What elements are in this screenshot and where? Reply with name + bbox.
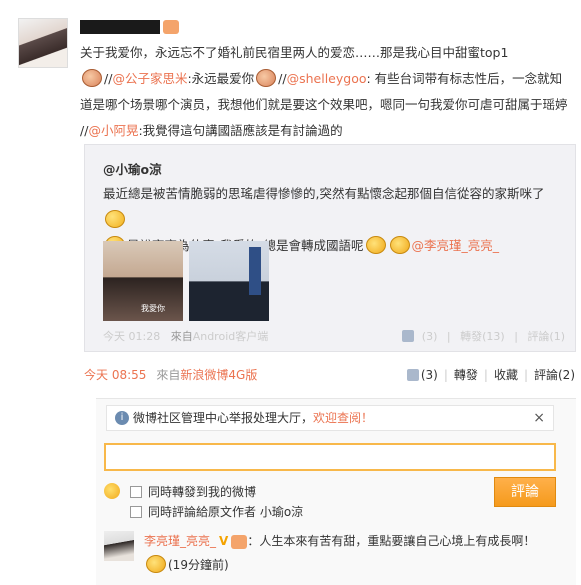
comment-username[interactable]: 李亮瑾_亮亮_	[144, 534, 216, 548]
divider: |	[443, 368, 448, 382]
thumbs-up-icon	[401, 330, 414, 342]
notice-link[interactable]: 欢迎查阅！	[313, 411, 373, 425]
vip-icon	[163, 19, 179, 34]
post-time[interactable]: 今天 08:55	[84, 368, 146, 382]
comment-text: 李亮瑾_亮亮_ V ：人生本來有苦有甜，重點要讓自己心境上有成長啊！	[144, 529, 564, 553]
mention-link[interactable]: @公子家思米	[112, 71, 187, 86]
repost-checkbox-row[interactable]: 同時轉發到我的微博	[130, 483, 256, 500]
author-avatar[interactable]	[18, 18, 68, 68]
sign-graphic	[249, 247, 261, 295]
comment-button[interactable]: 評論(1)	[527, 330, 565, 343]
notice-bar: i 微博社区管理中心举报处理大厅，欢迎查阅！ ×	[106, 405, 554, 431]
submit-comment-button[interactable]: 評論	[494, 477, 556, 507]
post-segment: :永远最爱你	[187, 71, 255, 86]
comment-time: (19分鐘前)	[144, 555, 229, 573]
post-meta: 今天 08:55 來自新浪微博4G版	[84, 366, 257, 383]
thumbs-up-icon	[406, 369, 419, 381]
post-segment: :我覺得這句講國語應該是有討論過的	[138, 123, 343, 138]
post-actions: (3) | 轉發 | 收藏 | 評論(2)	[406, 366, 575, 383]
repost-actions: (3) | 轉發(13) | 評論(1)	[390, 328, 565, 344]
like-count: (3)	[420, 368, 438, 382]
like-button[interactable]: (3)	[406, 368, 438, 382]
image-thumbnail[interactable]	[189, 241, 269, 321]
redacted-username	[80, 19, 160, 34]
repost-username[interactable]: @小瑜o涼	[103, 159, 162, 178]
laugh-emoji-icon	[365, 236, 386, 254]
verified-icon: V	[219, 534, 229, 548]
checkbox[interactable]	[130, 506, 142, 518]
vip-icon	[231, 534, 248, 549]
close-icon[interactable]: ×	[533, 406, 545, 430]
repost-time[interactable]: 今天 01:28	[103, 330, 160, 343]
mention-link[interactable]: @shelleygoo	[287, 71, 367, 86]
notice-text: 微博社区管理中心举报处理大厅，	[133, 411, 314, 425]
monkey-emoji-icon	[82, 69, 102, 87]
source-prefix: 來自	[170, 330, 193, 343]
like-count: (3)	[421, 330, 438, 343]
image-thumbnail[interactable]: 我愛你	[103, 241, 183, 321]
author-name[interactable]	[80, 19, 179, 34]
checkbox-label: 同時轉發到我的微博	[148, 485, 257, 499]
monkey-emoji-icon	[256, 69, 277, 87]
checkbox[interactable]	[130, 486, 142, 498]
comment-body: ：人生本來有苦有甜，重點要讓自己心境上有成長啊！	[247, 534, 536, 548]
post-line: 关于我爱你，永远忘不了婚礼前民宿里两人的爱恋……那是我心目中甜蜜top1	[80, 45, 509, 60]
divider: |	[483, 368, 488, 382]
checkbox-label: 同時評論給原文作者 小瑜o涼	[148, 505, 304, 519]
source-prefix: 來自	[156, 368, 181, 382]
comment-author-checkbox-row[interactable]: 同時評論給原文作者 小瑜o涼	[130, 503, 303, 520]
repost-button[interactable]: 轉發	[454, 368, 478, 382]
comment-button[interactable]: 評論(2)	[534, 368, 575, 382]
repost-button[interactable]: 轉發(13)	[460, 330, 505, 343]
info-icon: i	[115, 411, 129, 425]
repost-source[interactable]: Android客户端	[193, 330, 269, 343]
post-text: 关于我爱你，永远忘不了婚礼前民宿里两人的爱恋……那是我心目中甜蜜top1 //@…	[80, 45, 568, 138]
comment-timestamp: (19分鐘前)	[168, 558, 229, 572]
mention-link[interactable]: @小阿晃	[88, 123, 138, 138]
repost-card: @小瑜o涼 最近總是被苦情脆弱的思瑤虐得慘慘的,突然有點懷念起那個自信從容的家斯…	[84, 144, 576, 352]
laugh-emoji-icon	[389, 236, 410, 254]
sweat-emoji-icon	[105, 210, 125, 228]
comment-input[interactable]	[104, 443, 556, 471]
divider: |	[514, 330, 518, 343]
post-source[interactable]: 新浪微博4G版	[180, 368, 257, 382]
avatar[interactable]	[104, 531, 134, 561]
laugh-emoji-icon	[146, 555, 166, 573]
divider: |	[446, 330, 451, 343]
like-button[interactable]: (3)	[396, 330, 438, 343]
emoji-picker-icon[interactable]	[104, 483, 120, 499]
repost-segment: 最近總是被苦情脆弱的思瑤虐得慘慘的,突然有點懷念起那個自信從容的家斯咪了	[103, 186, 545, 201]
mention-link[interactable]: @李亮瑾_亮亮_	[412, 238, 500, 253]
comment-panel: i 微博社区管理中心举报处理大厅，欢迎查阅！ × 同時轉發到我的微博 同時評論給…	[96, 398, 576, 585]
divider: |	[523, 368, 528, 382]
favorite-button[interactable]: 收藏	[494, 368, 518, 382]
thumbnail-caption: 我愛你	[141, 304, 165, 313]
